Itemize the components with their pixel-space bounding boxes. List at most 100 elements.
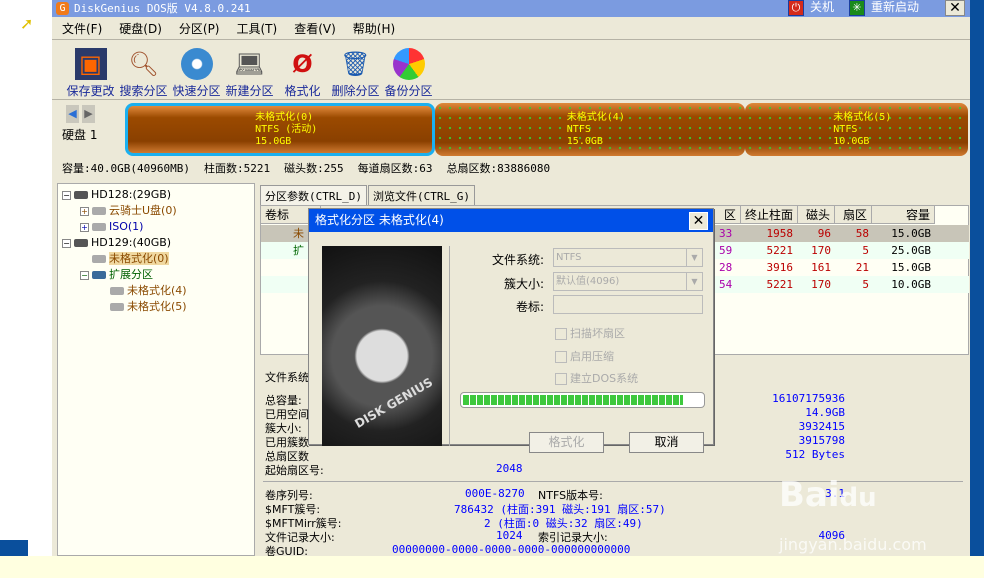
partition-bar: 未格式化(0) NTFS (活动) 15.0GB 未格式化(4) NTFS 15.0GB… (125, 103, 968, 156)
dialog-close-button[interactable]: ✕ (689, 212, 708, 230)
save-button[interactable]: ▣ 保存更改 (64, 42, 117, 99)
cancel-button[interactable]: 取消 (629, 432, 704, 453)
disk-tree: − HD128:(29GB) + 云骑士U盘(0) + ISO(1) − HD129:(… (57, 183, 255, 556)
disk-info: 容量:40.0GB(40960MB) 柱面数:5221 磁头数:255 每道扇区… (62, 160, 550, 176)
save-label: 保存更改 (66, 84, 115, 98)
shutdown-button[interactable]: ⏻ 关机 (788, 0, 834, 16)
watermark: jingyan.baidu.com (779, 535, 927, 554)
diskgenius-window: G DiskGenius DOS版 V4.8.0.241 ⏻ 关机 ✳ 重新启动 ✕… (52, 0, 970, 558)
new-label: 新建分区 (225, 84, 274, 98)
scan-bad-sectors-checkbox[interactable]: 扫描坏扇区 (555, 325, 625, 341)
tab-partition-params[interactable]: 分区参数(CTRL_D) (260, 185, 367, 205)
tree-label: 扩展分区 (109, 268, 153, 281)
fs-label: 文件系统 (265, 371, 309, 384)
new-partition-icon: 💻︎ (234, 50, 265, 78)
menu-disk[interactable]: 硬盘(D) (119, 18, 162, 39)
record-size-value: 1024 (496, 529, 523, 542)
tree-label: 未格式化(5) (127, 300, 187, 313)
menu-tools[interactable]: 工具(T) (237, 18, 278, 39)
format-dialog: 格式化分区 未格式化(4) ✕ DISK GENIUS 文件系统: NTFS ▼ … (308, 208, 714, 453)
col-header[interactable]: 扇区 (835, 206, 872, 224)
search-partition-button[interactable]: 🔍︎ 搜索分区 (117, 42, 170, 99)
total-sectors: 总扇区数:83886080 (446, 162, 551, 175)
window-title: DiskGenius DOS版 V4.8.0.241 (74, 2, 251, 15)
col-header[interactable]: 容量 (872, 206, 935, 224)
tree-node[interactable]: − HD129:(40GB) (62, 235, 250, 251)
partition-block[interactable]: 未格式化(4) NTFS 15.0GB (435, 103, 745, 156)
tree-label: HD129:(40GB) (91, 236, 172, 249)
tree-node[interactable]: + ISO(1) (62, 219, 250, 235)
tree-label: HD128:(29GB) (91, 188, 172, 201)
col-header[interactable]: 区 (721, 206, 741, 224)
detail-value: 14.9GB (805, 406, 845, 419)
quick-label: 快速分区 (172, 84, 221, 98)
cluster-label: 簇大小: (503, 277, 544, 291)
tree-node[interactable]: 未格式化(4) (62, 283, 250, 299)
format-progress-bar (460, 392, 705, 408)
partition-fs: NTFS (566, 124, 591, 135)
cursor-icon: ➚ (20, 14, 34, 33)
dialog-title: 格式化分区 未格式化(4) (309, 209, 713, 232)
close-button[interactable]: ✕ (945, 0, 965, 16)
tree-label: 未格式化(0) (109, 252, 169, 265)
menu-view[interactable]: 查看(V) (294, 18, 336, 39)
partition-name: 未格式化(0) (255, 112, 314, 123)
partition-fs: NTFS (833, 124, 858, 135)
detail-value: 16107175936 (772, 392, 845, 405)
create-dos-checkbox[interactable]: 建立DOS系统 (555, 370, 638, 386)
prev-disk-button[interactable]: ◀ (66, 105, 79, 123)
tab-browse-files[interactable]: 浏览文件(CTRL_G) (368, 185, 475, 205)
detail-value: 3932415 (798, 420, 845, 433)
progress-fill (463, 395, 683, 405)
new-partition-button[interactable]: 💻︎ 新建分区 (223, 42, 276, 99)
cluster-select[interactable]: 默认值(4096) ▼ (553, 272, 703, 291)
menu-help[interactable]: 帮助(H) (353, 18, 395, 39)
partition-name: 未格式化(4) (566, 112, 625, 123)
backup-partition-button[interactable]: 备份分区 (382, 42, 435, 99)
guid-value: 00000000-0000-0000-0000-000000000000 (392, 543, 631, 556)
delete-partition-button[interactable]: 🗑︎ 删除分区 (329, 42, 382, 99)
search-label: 搜索分区 (119, 84, 168, 98)
quick-partition-icon (180, 48, 213, 80)
guid-label: 卷GUID: (265, 545, 308, 558)
save-icon: ▣ (74, 48, 107, 80)
capacity: 容量:40.0GB(40960MB) (62, 162, 190, 175)
desktop-edge (970, 0, 984, 556)
delete-label: 删除分区 (331, 84, 380, 98)
watermark-logo: Baidu (779, 475, 877, 515)
format-button[interactable]: Ø 格式化 (276, 42, 329, 99)
fs-label: 文件系统: (491, 253, 544, 267)
quick-partition-button[interactable]: 快速分区 (170, 42, 223, 99)
backup-label: 备份分区 (384, 84, 433, 98)
volume-input[interactable] (553, 295, 703, 314)
tree-node[interactable]: 未格式化(0) (62, 251, 250, 267)
partition-size: 15.0GB (566, 136, 603, 147)
tree-node[interactable]: − HD128:(29GB) (62, 187, 250, 203)
menu-partition[interactable]: 分区(P) (179, 18, 220, 39)
menu-file[interactable]: 文件(F) (62, 18, 102, 39)
restart-button[interactable]: ✳ 重新启动 (849, 0, 919, 16)
tree-label: 未格式化(4) (127, 284, 187, 297)
power-icon: ⏻ (788, 0, 804, 16)
enable-compression-checkbox[interactable]: 启用压缩 (555, 348, 614, 364)
format-icon: Ø (292, 50, 313, 78)
sectors-per-track: 每道扇区数:63 (357, 162, 433, 175)
detail-label: 起始扇区号: (265, 464, 324, 477)
taskbar-area (0, 556, 984, 578)
volume-label: 卷标: (515, 300, 544, 314)
partition-block[interactable]: 未格式化(5) NTFS 10.0GB (745, 103, 968, 156)
tree-node[interactable]: 未格式化(5) (62, 299, 250, 315)
fs-select[interactable]: NTFS ▼ (553, 248, 703, 267)
restart-icon: ✳ (849, 0, 865, 16)
hard-disk-image: DISK GENIUS (322, 246, 442, 446)
shutdown-label: 关机 (810, 0, 835, 14)
tree-node[interactable]: − 扩展分区 (62, 267, 250, 283)
partition-block[interactable]: 未格式化(0) NTFS (活动) 15.0GB (125, 103, 435, 156)
col-header[interactable]: 终止柱面 (741, 206, 798, 224)
tree-node[interactable]: + 云骑士U盘(0) (62, 203, 250, 219)
next-disk-button[interactable]: ▶ (82, 105, 95, 123)
partition-name: 未格式化(5) (833, 112, 892, 123)
col-header[interactable]: 磁头 (798, 206, 835, 224)
delete-icon: 🗑︎ (340, 50, 371, 78)
format-button[interactable]: 格式化 (529, 432, 604, 453)
